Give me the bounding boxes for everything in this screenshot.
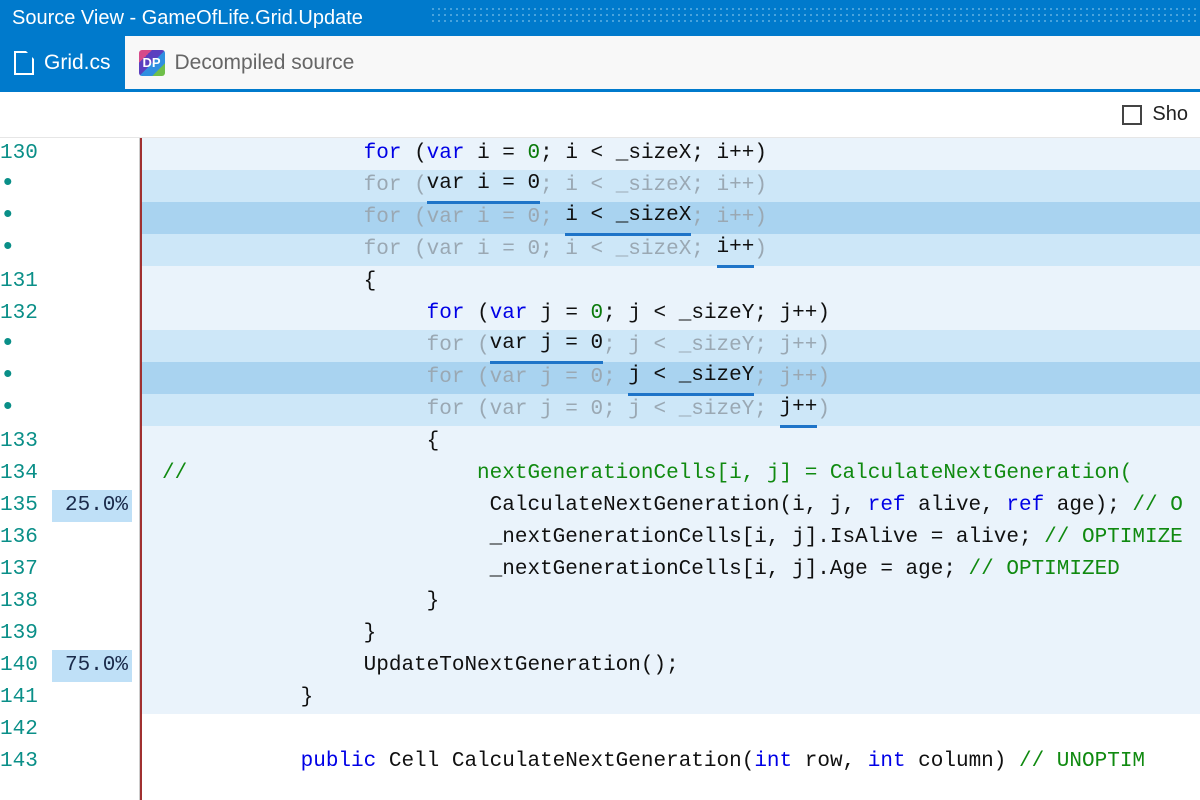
percent-cell bbox=[52, 138, 133, 170]
margin-cell bbox=[142, 426, 150, 458]
code-line[interactable]: for (var j = 0; j < _sizeY; j++) bbox=[150, 394, 1200, 426]
line-number: 143 bbox=[0, 746, 46, 778]
percent-cell bbox=[52, 618, 133, 650]
code-line[interactable]: public Cell CalculateNextGeneration(int … bbox=[150, 746, 1200, 778]
title-bar: Source View - GameOfLife.Grid.Update bbox=[0, 0, 1200, 36]
percent-cell bbox=[52, 586, 133, 618]
percent-cell: 25.0% bbox=[52, 490, 133, 522]
line-number: 133 bbox=[0, 426, 46, 458]
line-number: 139 bbox=[0, 618, 46, 650]
percent-cell bbox=[52, 170, 133, 202]
percent-cell bbox=[52, 266, 133, 298]
code-line[interactable]: // nextGenerationCells[i, j] = Calculate… bbox=[150, 458, 1200, 490]
margin-cell bbox=[142, 554, 150, 586]
line-number: • bbox=[0, 394, 46, 426]
code-line[interactable]: for (var i = 0; i < _sizeX; i++) bbox=[150, 138, 1200, 170]
tab-grid-cs[interactable]: Grid.cs bbox=[0, 36, 125, 89]
percent-cell bbox=[52, 234, 133, 266]
dottrace-icon: DP bbox=[139, 50, 165, 76]
percent-cell bbox=[52, 362, 133, 394]
line-number-gutter: 130•••131132•••1331341351361371381391401… bbox=[0, 138, 52, 800]
percent-cell bbox=[52, 682, 133, 714]
tab-bar: Grid.cs DP Decompiled source bbox=[0, 36, 1200, 92]
code-line[interactable]: for (var i = 0; i < _sizeX; i++) bbox=[150, 170, 1200, 202]
code-line[interactable]: for (var j = 0; j < _sizeY; j++) bbox=[150, 330, 1200, 362]
line-number: 135 bbox=[0, 490, 46, 522]
line-number: 130 bbox=[0, 138, 46, 170]
margin-cell bbox=[142, 266, 150, 298]
margin-cell bbox=[142, 586, 150, 618]
margin-cell bbox=[142, 490, 150, 522]
code-line[interactable]: } bbox=[150, 682, 1200, 714]
code-line[interactable]: { bbox=[150, 266, 1200, 298]
line-number: 136 bbox=[0, 522, 46, 554]
percent-cell bbox=[52, 202, 133, 234]
line-number: 138 bbox=[0, 586, 46, 618]
percent-cell bbox=[52, 330, 133, 362]
percent-cell bbox=[52, 458, 133, 490]
percent-cell bbox=[52, 522, 133, 554]
code-line[interactable]: UpdateToNextGeneration(); bbox=[150, 650, 1200, 682]
percent-cell bbox=[52, 394, 133, 426]
percent-cell bbox=[52, 298, 133, 330]
margin-cell bbox=[142, 650, 150, 682]
change-margin bbox=[140, 138, 150, 800]
margin-cell bbox=[142, 714, 150, 746]
percent-cell bbox=[52, 746, 133, 778]
margin-cell bbox=[142, 362, 150, 394]
line-number: 140 bbox=[0, 650, 46, 682]
show-checkbox[interactable] bbox=[1122, 105, 1142, 125]
code-line[interactable]: for (var j = 0; j < _sizeY; j++) bbox=[150, 362, 1200, 394]
code-line[interactable]: for (var i = 0; i < _sizeX; i++) bbox=[150, 234, 1200, 266]
code-line[interactable]: for (var i = 0; i < _sizeX; i++) bbox=[150, 202, 1200, 234]
code-line[interactable]: _nextGenerationCells[i, j].IsAlive = ali… bbox=[150, 522, 1200, 554]
margin-cell bbox=[142, 298, 150, 330]
line-number: • bbox=[0, 234, 46, 266]
line-number: 141 bbox=[0, 682, 46, 714]
options-bar: Sho bbox=[0, 92, 1200, 138]
margin-cell bbox=[142, 202, 150, 234]
line-number: • bbox=[0, 330, 46, 362]
margin-cell bbox=[142, 522, 150, 554]
line-number: 142 bbox=[0, 714, 46, 746]
tab-decompiled[interactable]: DP Decompiled source bbox=[125, 36, 369, 89]
line-number: 132 bbox=[0, 298, 46, 330]
line-number: 134 bbox=[0, 458, 46, 490]
margin-cell bbox=[142, 746, 150, 778]
line-number: • bbox=[0, 202, 46, 234]
line-number: • bbox=[0, 170, 46, 202]
tab-label: Grid.cs bbox=[44, 51, 111, 75]
show-label: Sho bbox=[1152, 103, 1188, 126]
margin-cell bbox=[142, 682, 150, 714]
line-number: 131 bbox=[0, 266, 46, 298]
percent-cell bbox=[52, 426, 133, 458]
margin-cell bbox=[142, 330, 150, 362]
title-text: Source View - GameOfLife.Grid.Update bbox=[12, 7, 363, 30]
margin-cell bbox=[142, 138, 150, 170]
code-line[interactable]: _nextGenerationCells[i, j].Age = age; //… bbox=[150, 554, 1200, 586]
code-line[interactable]: } bbox=[150, 618, 1200, 650]
source-editor[interactable]: 130•••131132•••1331341351361371381391401… bbox=[0, 138, 1200, 800]
percent-cell bbox=[52, 554, 133, 586]
code-line[interactable] bbox=[150, 714, 1200, 746]
code-area[interactable]: for (var i = 0; i < _sizeX; i++) for (va… bbox=[150, 138, 1200, 800]
percent-gutter: 25.0% 75.0% bbox=[52, 138, 140, 800]
margin-cell bbox=[142, 170, 150, 202]
margin-cell bbox=[142, 458, 150, 490]
code-line[interactable]: for (var j = 0; j < _sizeY; j++) bbox=[150, 298, 1200, 330]
code-line[interactable]: CalculateNextGeneration(i, j, ref alive,… bbox=[150, 490, 1200, 522]
code-line[interactable]: } bbox=[150, 586, 1200, 618]
margin-cell bbox=[142, 234, 150, 266]
percent-cell bbox=[52, 714, 133, 746]
file-icon bbox=[14, 51, 34, 75]
margin-cell bbox=[142, 394, 150, 426]
line-number: • bbox=[0, 362, 46, 394]
tab-label: Decompiled source bbox=[175, 51, 355, 75]
percent-cell: 75.0% bbox=[52, 650, 133, 682]
line-number: 137 bbox=[0, 554, 46, 586]
margin-cell bbox=[142, 618, 150, 650]
code-line[interactable]: { bbox=[150, 426, 1200, 458]
titlebar-grip[interactable] bbox=[430, 6, 1200, 24]
